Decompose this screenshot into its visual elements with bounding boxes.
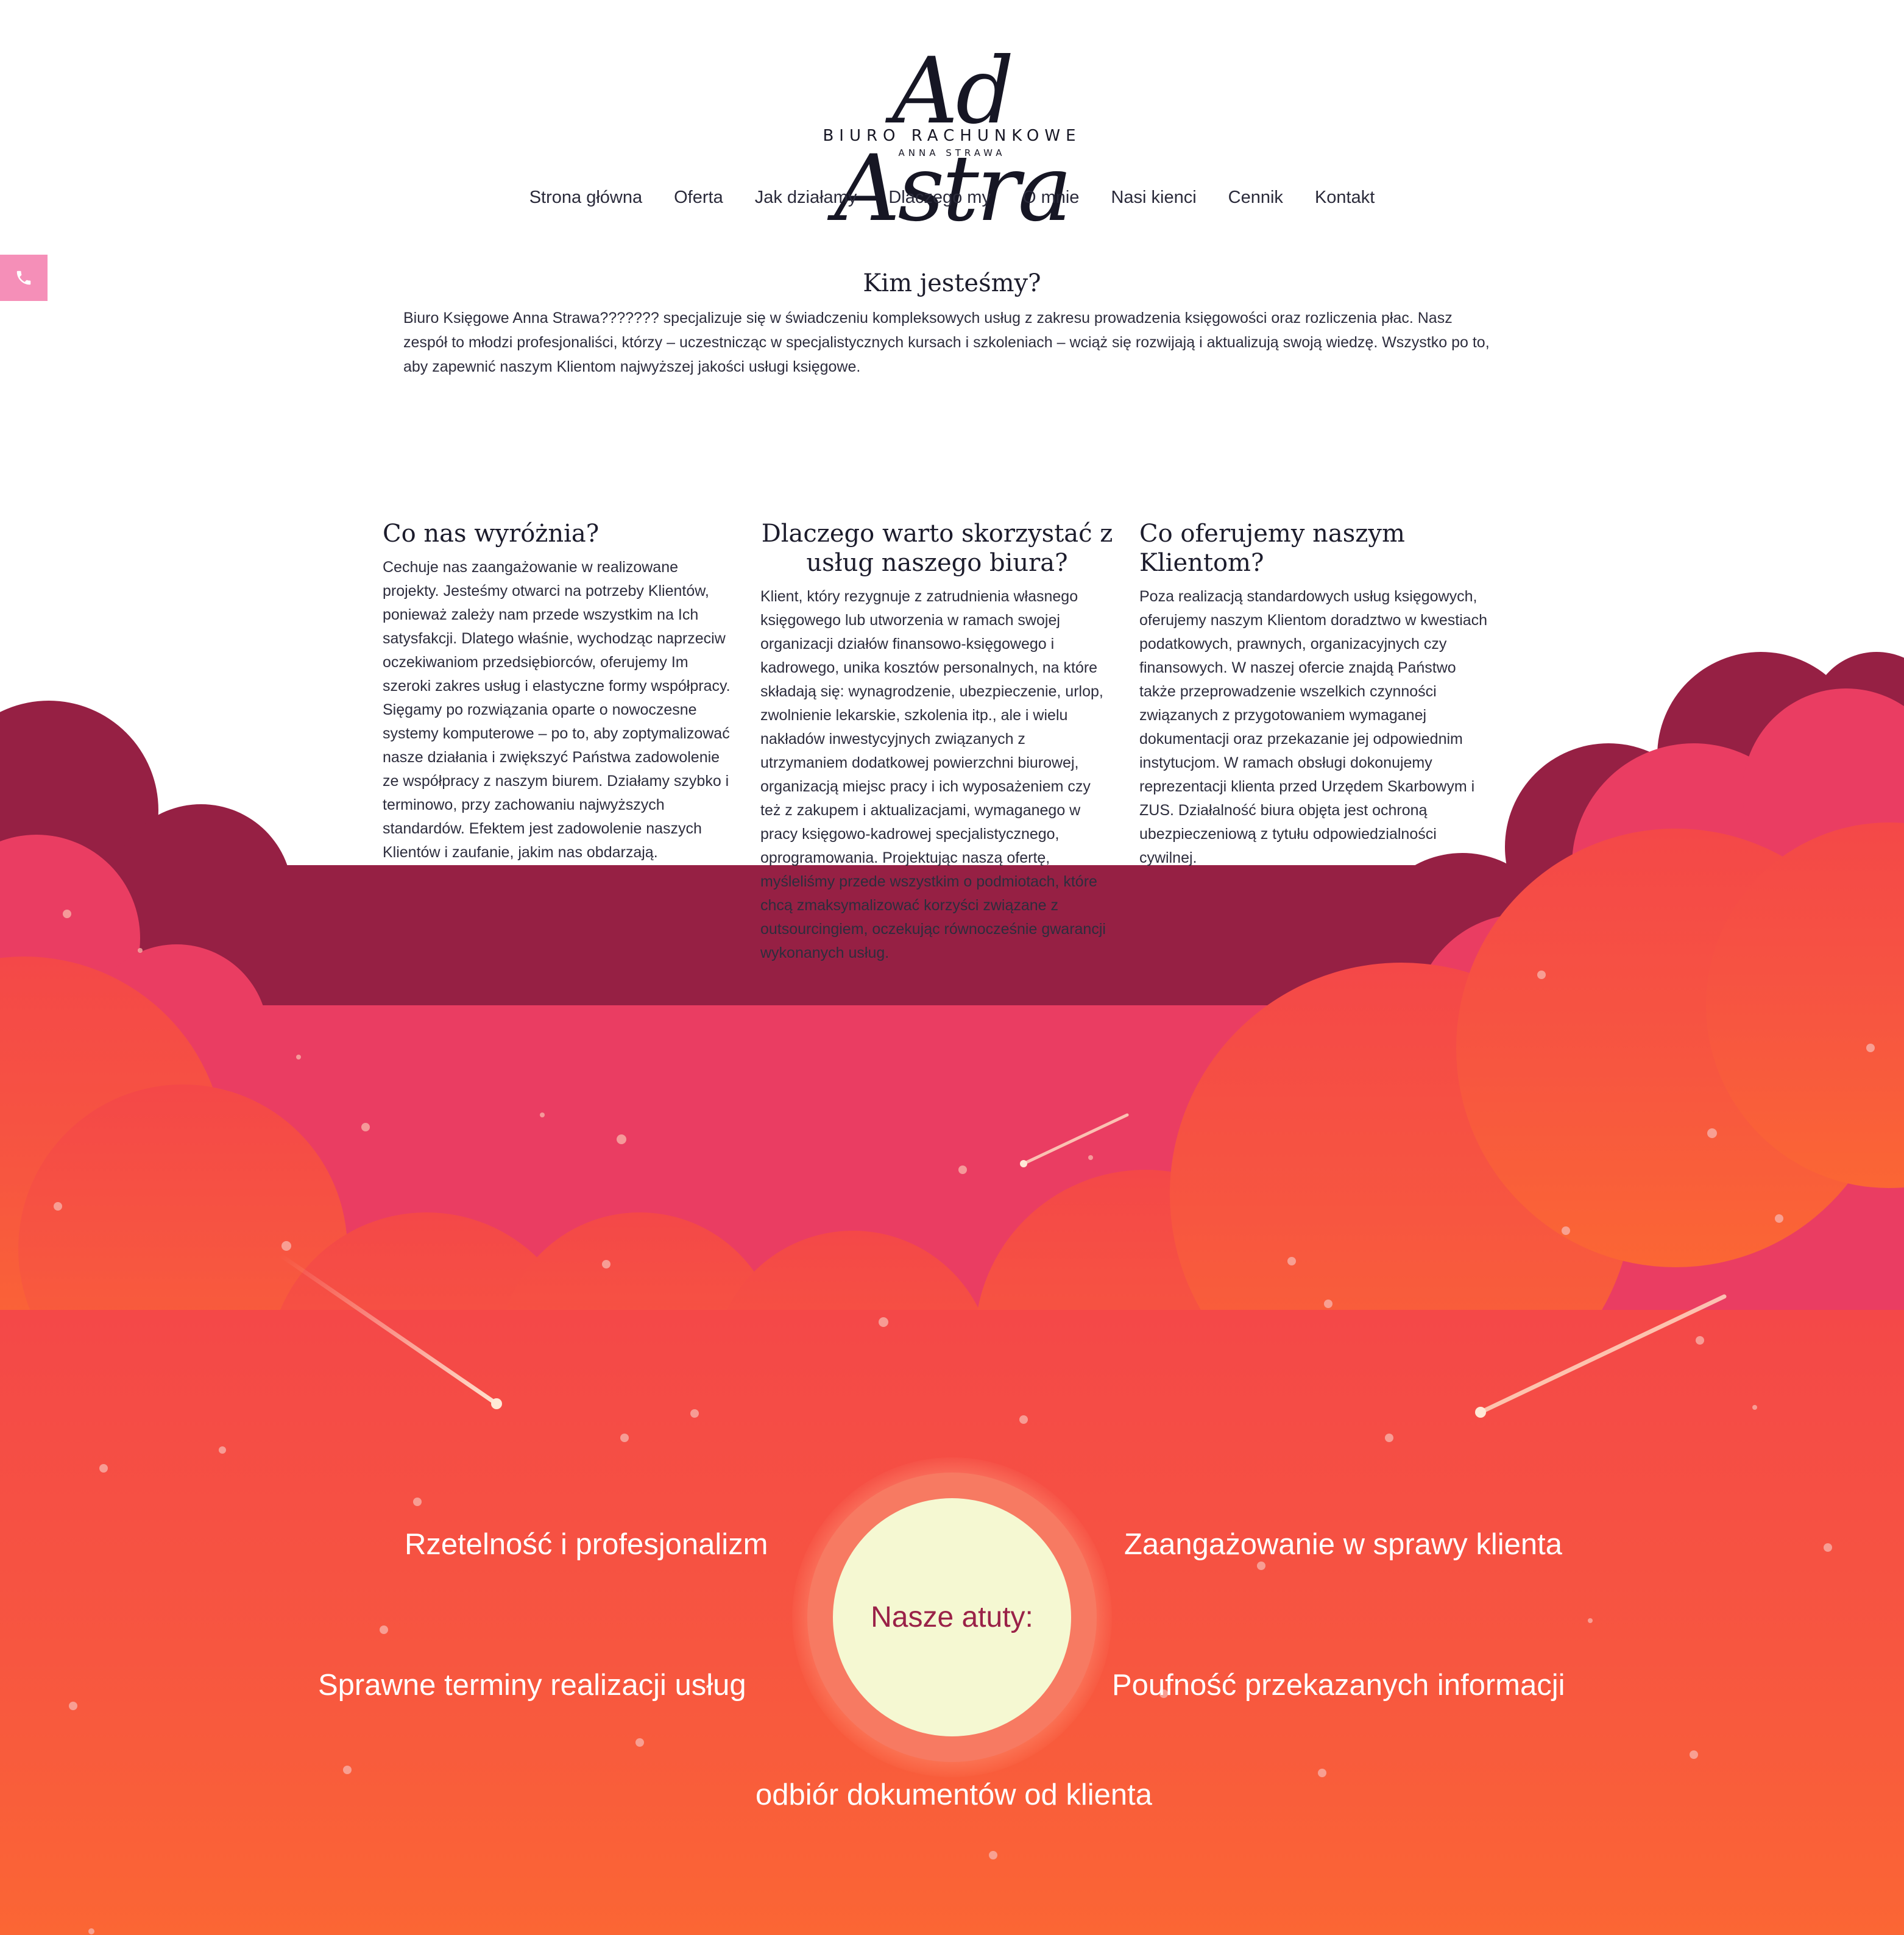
column-text: Poza realizacją standardowych usług księ…: [1139, 588, 1488, 866]
intro-text: Biuro Księgowe Anna Strawa??????? specja…: [403, 310, 1490, 375]
nav-item-cennik[interactable]: Cennik: [1228, 188, 1283, 208]
atut-item: Zaangażowanie w sprawy klienta: [1124, 1528, 1563, 1561]
nav-item-oferta[interactable]: Oferta: [674, 188, 723, 208]
nav-item-nasi-klienci[interactable]: Nasi kienci: [1111, 188, 1196, 208]
main-nav: Strona główna Oferta Jak działamy Dlacze…: [0, 188, 1904, 214]
nav-item-dlaczego-my[interactable]: Dlaczego my: [888, 188, 991, 208]
site-logo[interactable]: Ad Astra BIURO RACHUNKOWE ANNA STRAWA: [792, 43, 1112, 238]
nav-item-kontakt[interactable]: Kontakt: [1315, 188, 1375, 208]
column-text: Klient, który rezygnuje z zatrudnienia w…: [760, 588, 1106, 961]
column-co-oferujemy: Co oferujemy naszym Klientom? Poza reali…: [1139, 519, 1493, 870]
atut-item: odbiór dokumentów od klienta: [756, 1778, 1153, 1811]
column-text: Cechuje nas zaangażowanie w realizowane …: [383, 559, 731, 861]
intro-title: Kim jesteśmy?: [863, 269, 1041, 297]
atuty-heading: Nasze atuty:: [871, 1601, 1033, 1633]
atut-item: Rzetelność i profesjonalizm: [405, 1528, 768, 1561]
atut-item: Sprawne terminy realizacji usług: [318, 1669, 746, 1702]
column-title: Dlaczego warto skorzystać z usług naszeg…: [761, 520, 1113, 577]
column-title: Co nas wyróżnia?: [383, 520, 600, 548]
atut-item: Poufność przekazanych informacji: [1112, 1669, 1565, 1702]
logo-owner: ANNA STRAWA: [898, 147, 1006, 158]
nav-item-o-mnie[interactable]: O mnie: [1022, 188, 1079, 208]
logo-subtitle: BIURO RACHUNKOWE: [823, 127, 1081, 145]
column-co-nas-wyroznia: Co nas wyróżnia? Cechuje nas zaangażowan…: [383, 519, 736, 865]
nav-item-jak-dzialamy[interactable]: Jak działamy: [755, 188, 857, 208]
sun-circle: Nasze atuty:: [833, 1498, 1071, 1736]
column-dlaczego-warto: Dlaczego warto skorzystać z usług naszeg…: [760, 519, 1114, 965]
column-title: Co oferujemy naszym Klientom?: [1139, 520, 1405, 577]
page: Ad Astra BIURO RACHUNKOWE ANNA STRAWA St…: [0, 0, 1904, 1935]
nav-item-strona-glowna[interactable]: Strona główna: [529, 188, 642, 208]
